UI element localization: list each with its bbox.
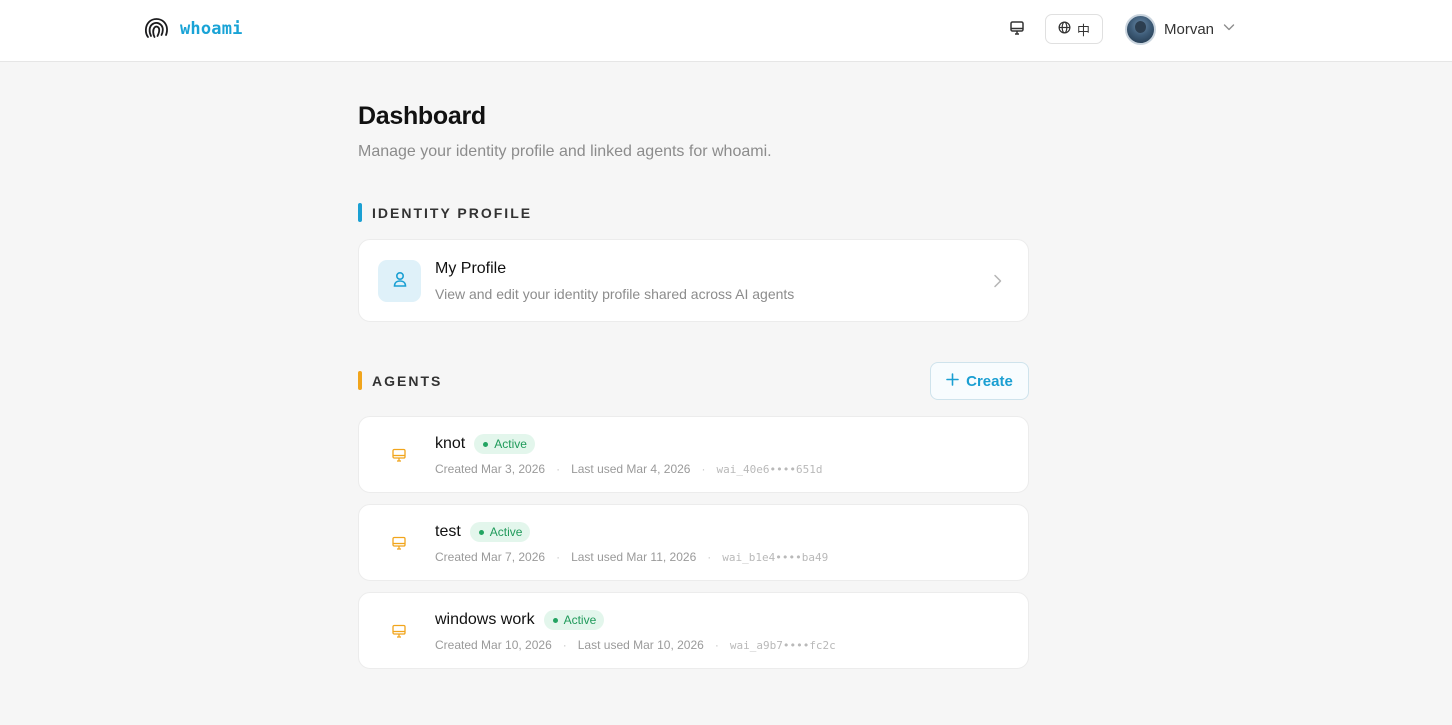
my-profile-card[interactable]: My Profile View and edit your identity p… <box>358 239 1029 322</box>
identity-section-label: IDENTITY PROFILE <box>372 204 533 221</box>
agent-meta: Created Mar 7, 2026 · Last used Mar 11, … <box>435 550 828 564</box>
agent-header: knot Active <box>435 434 535 454</box>
language-switch-button[interactable]: 中 <box>1045 14 1103 44</box>
agent-created: Created Mar 3, 2026 <box>435 462 546 476</box>
identity-section-header: IDENTITY PROFILE <box>358 203 532 222</box>
agent-meta: Created Mar 3, 2026 · Last used Mar 4, 2… <box>435 462 822 476</box>
status-badge: Active <box>469 522 531 542</box>
section-accent-bar <box>358 371 362 390</box>
language-label: 中 <box>1076 22 1090 38</box>
agent-key: wai_40e6••••651d <box>716 462 823 476</box>
status-dot <box>552 617 558 623</box>
brand-home-link[interactable]: whoami <box>142 14 243 44</box>
avatar <box>1125 13 1156 45</box>
chevron-right-icon <box>991 272 1005 290</box>
meta-separator: · <box>701 462 706 476</box>
agent-created: Created Mar 10, 2026 <box>435 638 552 652</box>
status-badge: Active <box>474 434 535 454</box>
monitor-icon <box>1009 20 1025 41</box>
agent-name: knot <box>435 435 466 452</box>
section-accent-bar <box>358 203 362 222</box>
page-title: Dashboard <box>358 102 486 130</box>
agent-key: wai_b1e4••••ba49 <box>722 550 829 564</box>
meta-separator: · <box>556 550 561 564</box>
page-subtitle: Manage your identity profile and linked … <box>358 143 772 160</box>
monitor-icon <box>391 535 407 551</box>
agent-name: windows work <box>435 611 535 628</box>
agent-last-used: Last used Mar 10, 2026 <box>577 638 704 652</box>
display-mode-button[interactable] <box>1003 16 1031 44</box>
agent-card[interactable]: knot Active Created Mar 3, 2026 · Last u… <box>358 416 1029 493</box>
agent-name: test <box>435 523 461 540</box>
status-label: Active <box>489 525 523 539</box>
agent-card[interactable]: windows work Active Created Mar 10, 2026… <box>358 592 1029 669</box>
profile-icon-box <box>378 260 421 302</box>
agent-header: test Active <box>435 522 531 542</box>
top-navbar: whoami 中 Morvan <box>0 0 1452 62</box>
meta-separator: · <box>556 462 561 476</box>
plus-icon <box>946 372 959 390</box>
create-agent-button[interactable]: Create <box>930 362 1029 400</box>
agent-header: windows work Active <box>435 610 605 630</box>
profile-card-description: View and edit your identity profile shar… <box>435 286 795 302</box>
agent-key: wai_a9b7••••fc2c <box>729 638 836 652</box>
status-dot <box>483 441 489 447</box>
status-label: Active <box>563 613 597 627</box>
profile-card-title: My Profile <box>435 260 507 277</box>
brand-name: whoami <box>180 19 243 39</box>
meta-separator: · <box>707 550 712 564</box>
meta-separator: · <box>714 638 719 652</box>
meta-separator: · <box>562 638 567 652</box>
agents-section-label: AGENTS <box>372 372 443 389</box>
user-menu[interactable]: Morvan <box>1125 13 1236 45</box>
agent-created: Created Mar 7, 2026 <box>435 550 546 564</box>
status-label: Active <box>494 437 527 451</box>
user-icon <box>391 270 409 293</box>
monitor-icon <box>391 623 407 639</box>
globe-icon <box>1058 21 1071 37</box>
chevron-down-icon <box>1222 20 1236 39</box>
monitor-icon <box>391 447 407 463</box>
agent-last-used: Last used Mar 4, 2026 <box>571 462 691 476</box>
agents-section-header: AGENTS <box>358 371 442 390</box>
agent-meta: Created Mar 10, 2026 · Last used Mar 10,… <box>435 638 836 652</box>
create-button-label: Create <box>966 372 1013 390</box>
fingerprint-icon <box>142 15 170 43</box>
agent-card[interactable]: test Active Created Mar 7, 2026 · Last u… <box>358 504 1029 581</box>
user-name: Morvan <box>1164 20 1215 38</box>
status-badge: Active <box>543 610 605 630</box>
agent-last-used: Last used Mar 11, 2026 <box>571 550 697 564</box>
status-dot <box>478 529 484 535</box>
